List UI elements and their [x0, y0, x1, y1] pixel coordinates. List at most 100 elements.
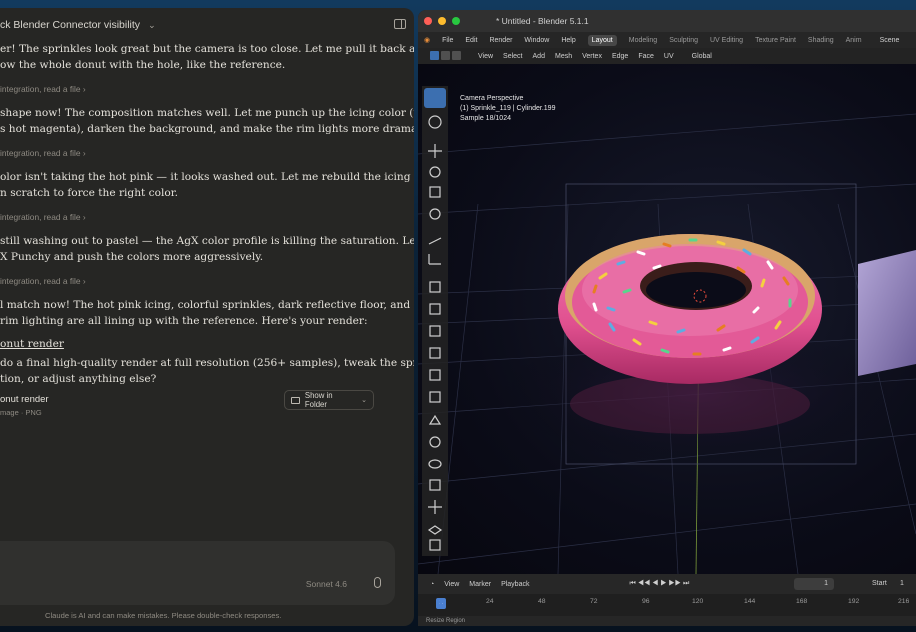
ruler-tick: 24	[486, 598, 494, 605]
transform-tool-icon	[429, 208, 441, 220]
ruler-tick: 96	[642, 598, 650, 605]
assistant-message: l match now! The hot pink icing, colorfu…	[0, 299, 411, 327]
header-face[interactable]: Face	[638, 53, 654, 60]
header-select[interactable]: Select	[503, 53, 522, 60]
tool-call-read-file[interactable]: integration, read a file ›	[0, 276, 380, 286]
tool-shelf	[422, 86, 448, 556]
chat-title[interactable]: ck Blender Connector visibility	[0, 19, 140, 31]
bevel-tool-icon	[429, 347, 441, 359]
smooth-tool-icon	[428, 459, 442, 469]
maximize-window-button[interactable]	[452, 17, 460, 25]
menu-file[interactable]: File	[442, 37, 453, 44]
render-link[interactable]: onut render	[0, 338, 380, 350]
chat-transcript: er! The sprinkles look great but the cam…	[0, 42, 414, 387]
header-edge[interactable]: Edge	[612, 53, 628, 60]
ruler-tick: 72	[590, 598, 598, 605]
ruler-tick: 168	[796, 598, 808, 605]
timeline-playback-menu[interactable]: Playback	[501, 581, 529, 588]
tab-texture-paint[interactable]: Texture Paint	[755, 37, 796, 44]
tab-modeling[interactable]: Modeling	[629, 37, 657, 44]
message-input[interactable]: Sonnet 4.6	[0, 541, 395, 605]
tab-shading[interactable]: Shading	[808, 37, 834, 44]
ruler-tick: 120	[692, 598, 704, 605]
blender-logo-icon[interactable]: ◉	[424, 36, 430, 44]
knife-tool-icon	[429, 391, 441, 403]
select-mode-buttons[interactable]	[430, 51, 461, 60]
cube-object	[858, 250, 916, 376]
tool-call-read-file[interactable]: integration, read a file ›	[0, 84, 380, 94]
chevron-down-icon[interactable]: ⌄	[361, 396, 367, 404]
show-in-folder-label: Show in Folder	[304, 391, 333, 409]
chevron-down-icon[interactable]: ⌄	[148, 20, 156, 31]
header-vertex[interactable]: Vertex	[582, 53, 602, 60]
model-selector[interactable]: Sonnet 4.6	[306, 579, 347, 589]
timeline-ruler[interactable]: 24 48 72 96 120 144 168 192 216 1	[418, 594, 916, 616]
blender-window: * Untitled - Blender 5.1.1 ◉ File Edit R…	[418, 10, 916, 626]
ruler-tick: 216	[898, 598, 910, 605]
ruler-tick: 48	[538, 598, 546, 605]
menu-edit[interactable]: Edit	[465, 37, 477, 44]
playback-controls[interactable]: ⏮ ◀◀ ◀ ▶ ▶▶ ⏭	[629, 580, 689, 588]
chat-header: ck Blender Connector visibility ⌄	[0, 8, 414, 42]
menu-render[interactable]: Render	[489, 37, 512, 44]
screen: ck Blender Connector visibility ⌄ er! Th…	[0, 0, 916, 632]
extra-tool-icon	[429, 539, 441, 551]
add-cube-tool-icon	[429, 281, 441, 293]
ruler-tick: 144	[744, 598, 756, 605]
current-frame-field[interactable]: 1	[794, 578, 834, 590]
start-label: Start	[872, 580, 887, 587]
assistant-followup: do a final high-quality render at full r…	[0, 357, 414, 385]
window-title: * Untitled - Blender 5.1.1	[496, 16, 589, 26]
start-frame-field[interactable]: 1	[900, 578, 904, 590]
tool-call-read-file[interactable]: integration, read a file ›	[0, 212, 380, 222]
assistant-message: still washing out to pastel — the AgX co…	[0, 235, 414, 263]
loop-cut-tool-icon	[429, 369, 441, 381]
close-window-button[interactable]	[424, 17, 432, 25]
inset-tool-icon	[429, 325, 441, 337]
rotate-tool-icon	[429, 166, 441, 178]
folder-icon	[291, 396, 300, 404]
scale-tool-icon	[429, 186, 441, 198]
status-bar: Resize Region	[418, 616, 916, 626]
rip-tool-icon	[427, 525, 443, 535]
tab-sculpting[interactable]: Sculpting	[669, 37, 698, 44]
tool-call-read-file[interactable]: integration, read a file ›	[0, 148, 380, 158]
minimize-window-button[interactable]	[438, 17, 446, 25]
viewport-scene	[418, 113, 916, 574]
poly-build-tool-icon	[428, 414, 442, 425]
timeline-marker-menu[interactable]: Marker	[469, 581, 491, 588]
sidebar-toggle-icon[interactable]	[394, 19, 406, 29]
header-view[interactable]: View	[478, 53, 493, 60]
header-mesh[interactable]: Mesh	[555, 53, 572, 60]
file-attachment[interactable]: onut render mage · PNG Show in Folder ⌄	[0, 390, 380, 420]
tab-uv-editing[interactable]: UV Editing	[710, 37, 743, 44]
microphone-icon[interactable]	[374, 577, 381, 588]
annotate-tool-icon	[428, 237, 442, 245]
chat-panel: ck Blender Connector visibility ⌄ er! Th…	[0, 8, 414, 626]
viewport-info: Camera Perspective (1) Sprinkle_119 | Cy…	[460, 95, 556, 122]
measure-tool-icon	[428, 254, 441, 265]
spin-tool-icon	[429, 436, 441, 448]
playhead-line	[440, 598, 442, 608]
menu-window[interactable]: Window	[524, 37, 549, 44]
header-uv[interactable]: UV	[664, 53, 674, 60]
orientation-dropdown[interactable]: Global	[692, 53, 712, 60]
scene-selector[interactable]: Scene	[880, 37, 900, 44]
shear-tool-icon	[428, 500, 442, 514]
tab-animation[interactable]: Anim	[846, 37, 862, 44]
file-type: mage · PNG	[0, 408, 42, 417]
top-menubar: ◉ File Edit Render Window Help Layout Mo…	[418, 32, 916, 48]
assistant-message: olor isn't taking the hot pink — it look…	[0, 171, 411, 199]
clock-icon[interactable]: ◔	[430, 581, 434, 588]
show-in-folder-button[interactable]: Show in Folder ⌄	[284, 390, 374, 410]
3d-viewport[interactable]: Camera Perspective (1) Sprinkle_119 | Cy…	[418, 64, 916, 574]
tab-layout[interactable]: Layout	[587, 34, 617, 46]
timeline-header: ◔ View Marker Playback ⏮ ◀◀ ◀ ▶ ▶▶ ⏭ 1 S…	[418, 574, 916, 594]
select-tool-icon	[424, 88, 446, 108]
header-add[interactable]: Add	[533, 53, 545, 60]
extrude-tool-icon	[429, 303, 441, 315]
timeline-view-menu[interactable]: View	[444, 581, 459, 588]
disclaimer: Claude is AI and can make mistakes. Plea…	[45, 611, 282, 620]
ruler-tick: 192	[848, 598, 860, 605]
menu-help[interactable]: Help	[561, 37, 575, 44]
